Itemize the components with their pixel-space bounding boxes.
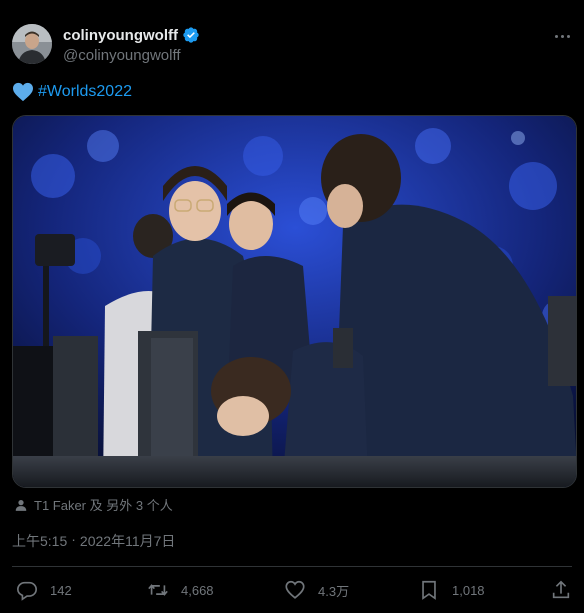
verified-badge-icon bbox=[183, 27, 199, 43]
avatar[interactable] bbox=[12, 24, 52, 64]
timestamp-separator: · bbox=[71, 531, 76, 547]
reply-icon bbox=[17, 581, 37, 601]
blue-heart-icon bbox=[13, 82, 33, 102]
tweet-timestamp[interactable]: 上午5:15 · 2022年11月7日 bbox=[12, 531, 175, 551]
reply-count: 142 bbox=[50, 582, 72, 598]
like-button[interactable]: 4.3万 bbox=[284, 579, 349, 601]
timestamp-time: 上午5:15 bbox=[12, 533, 68, 549]
share-button[interactable] bbox=[550, 579, 572, 601]
tagged-people-link[interactable]: T1 Faker 及 另外 3 个人 bbox=[14, 495, 173, 514]
bookmark-icon bbox=[422, 580, 436, 600]
action-bar: 142 4,668 4.3万 1,018 bbox=[12, 579, 572, 603]
hashtag-link[interactable]: #Worlds2022 bbox=[38, 83, 132, 101]
author-names: colinyoungwolff @colinyoungwolff bbox=[63, 26, 200, 64]
more-options-button[interactable] bbox=[552, 26, 572, 46]
retweet-button[interactable]: 4,668 bbox=[147, 579, 214, 601]
tweet-header: colinyoungwolff @colinyoungwolff bbox=[12, 24, 572, 68]
person-icon bbox=[15, 499, 27, 511]
tagged-people-text: T1 Faker 及 另外 3 个人 bbox=[34, 498, 173, 513]
bookmark-count: 1,018 bbox=[452, 582, 485, 598]
share-icon bbox=[552, 580, 570, 599]
divider bbox=[12, 566, 572, 567]
like-count: 4.3万 bbox=[318, 583, 350, 599]
tweet-photo[interactable] bbox=[12, 115, 577, 488]
timestamp-date: 2022年11月7日 bbox=[79, 533, 176, 549]
like-icon bbox=[285, 580, 305, 599]
author-handle[interactable]: @colinyoungwolff bbox=[63, 47, 200, 64]
bookmark-button[interactable]: 1,018 bbox=[418, 579, 485, 601]
tweet-detail: colinyoungwolff @colinyoungwolff #Worlds… bbox=[0, 0, 584, 613]
reply-button[interactable]: 142 bbox=[16, 579, 72, 601]
retweet-icon bbox=[148, 584, 168, 596]
author-display-name[interactable]: colinyoungwolff bbox=[63, 27, 178, 44]
tweet-text: #Worlds2022 bbox=[12, 82, 132, 102]
retweet-count: 4,668 bbox=[181, 582, 214, 598]
